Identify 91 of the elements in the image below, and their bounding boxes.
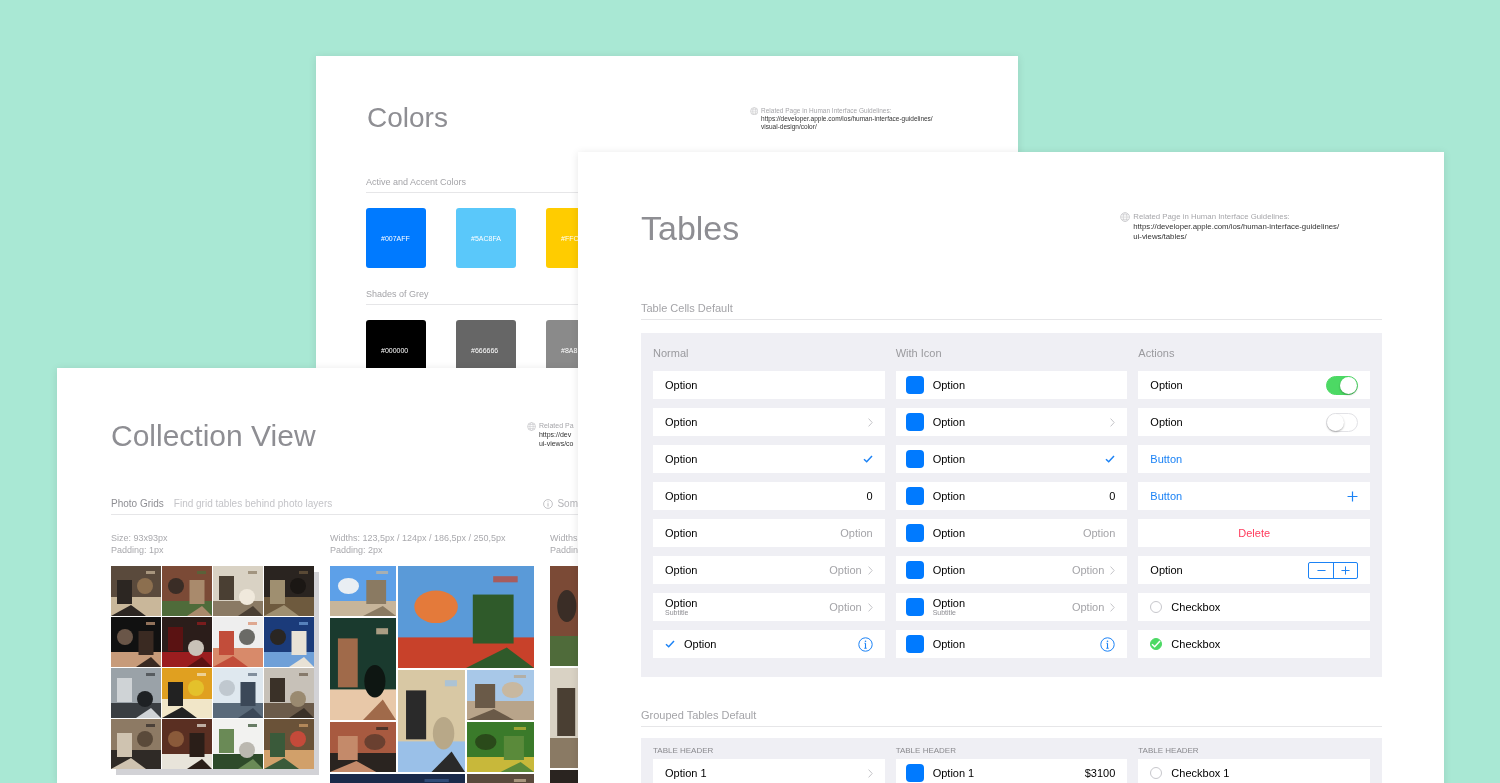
checkmark-icon — [862, 455, 873, 463]
cell-title: Option — [665, 527, 698, 539]
chevron-icon — [867, 565, 873, 575]
page-title: Tables — [641, 208, 740, 249]
app-icon — [905, 598, 924, 616]
grid-caption: Size: 93x93px — [111, 532, 169, 544]
cell-detail: Option — [1071, 564, 1105, 576]
section-title: Table Cells Default — [641, 301, 1382, 320]
cell-title: Option — [932, 416, 966, 428]
info-icon — [543, 498, 554, 509]
cell-title: Option — [1150, 416, 1183, 428]
cell-title: Checkbox 1 — [1171, 767, 1230, 779]
cell-detail: 0 — [866, 490, 873, 502]
section-title: Active and Accent Colors — [366, 176, 578, 193]
app-icon — [905, 413, 924, 431]
column-header: TABLE HEADER — [895, 746, 957, 756]
cell-title: Option — [684, 638, 717, 650]
grid-caption: Widths — [550, 532, 578, 544]
app-icon — [905, 561, 924, 579]
chevron-icon — [867, 417, 873, 427]
checkmark-icon — [1151, 640, 1162, 648]
column-header: With Icon — [895, 346, 943, 360]
globe-icon — [750, 107, 759, 116]
chevron-icon — [867, 768, 873, 778]
section-title: Grouped Tables Default — [641, 708, 1382, 727]
text-button[interactable]: Button — [1150, 490, 1183, 502]
app-icon — [905, 524, 924, 542]
info-icon[interactable] — [1100, 636, 1116, 652]
chevron-icon — [867, 602, 873, 612]
delete-button[interactable]: Delete — [1238, 527, 1271, 539]
cell-title: Checkbox — [1171, 601, 1221, 613]
cell-title: Option — [932, 597, 966, 609]
page-title: Collection View — [111, 418, 316, 454]
cell-title: Option — [665, 597, 698, 609]
section-note: Som — [557, 497, 578, 510]
app-icon — [905, 635, 924, 653]
cell-detail: Option — [1082, 527, 1116, 539]
cell-title: Option — [665, 490, 698, 502]
cell-title: Option — [665, 379, 698, 391]
grid-caption: Padding: 2px — [330, 544, 384, 556]
column-header: Actions — [1138, 346, 1176, 360]
cell-title: Option 1 — [665, 767, 707, 779]
cell-title: Option — [932, 379, 966, 391]
cell-title: Option — [1150, 379, 1183, 391]
cell-title: Option — [932, 527, 966, 539]
cell-detail: Option — [840, 527, 873, 539]
cell-title: Option — [932, 564, 966, 576]
column-header: TABLE HEADER — [653, 746, 715, 756]
checkbox[interactable] — [1150, 767, 1163, 779]
app-icon — [905, 764, 924, 782]
cell-title: Option — [932, 490, 966, 502]
cell-detail: 0 — [1109, 490, 1116, 502]
cell-title: Option — [932, 638, 966, 650]
grid-caption: Paddin — [550, 544, 578, 556]
cell-detail: Option — [1071, 601, 1105, 613]
app-icon — [905, 450, 924, 468]
plus-icon[interactable] — [1347, 490, 1358, 502]
chevron-icon — [1110, 417, 1116, 427]
toggle-switch[interactable] — [1326, 375, 1358, 395]
cell-detail: Option — [829, 601, 862, 613]
cell-detail: Option — [829, 564, 862, 576]
cell-title: Option — [932, 453, 966, 465]
chevron-icon — [1110, 602, 1116, 612]
chevron-icon — [1110, 565, 1116, 575]
cell-title: Checkbox — [1171, 638, 1221, 650]
checkmark-icon — [1105, 455, 1116, 463]
column-header: TABLE HEADER — [1138, 746, 1200, 756]
globe-icon — [1120, 212, 1131, 223]
grid-caption: Padding: 1px — [111, 544, 165, 556]
cell-detail: $3100 — [1084, 767, 1116, 779]
cell-title: Option — [665, 453, 698, 465]
stepper[interactable] — [1308, 561, 1358, 579]
toggle-switch[interactable] — [1326, 412, 1358, 432]
cell-title: Option — [665, 416, 698, 428]
app-icon — [905, 487, 924, 505]
checkmark-icon — [665, 640, 675, 648]
info-icon[interactable] — [857, 636, 873, 652]
checkbox[interactable] — [1150, 601, 1163, 613]
column-header: Normal — [653, 346, 690, 360]
cell-title: Option 1 — [932, 767, 975, 779]
grid-caption: Widths: 123,5px / 124px / 186,5px / 250,5px — [330, 532, 507, 544]
globe-icon — [527, 422, 537, 432]
app-icon — [905, 376, 924, 394]
section-title: Shades of Grey — [366, 288, 578, 305]
text-button[interactable]: Button — [1150, 453, 1183, 465]
cell-title: Option — [1150, 564, 1183, 576]
plus-icon[interactable] — [1341, 565, 1350, 575]
checkbox[interactable] — [1150, 638, 1163, 650]
cell-title: Option — [665, 564, 698, 576]
page-title: Colors — [367, 101, 448, 135]
section-title: Photo Grids — [111, 497, 164, 510]
